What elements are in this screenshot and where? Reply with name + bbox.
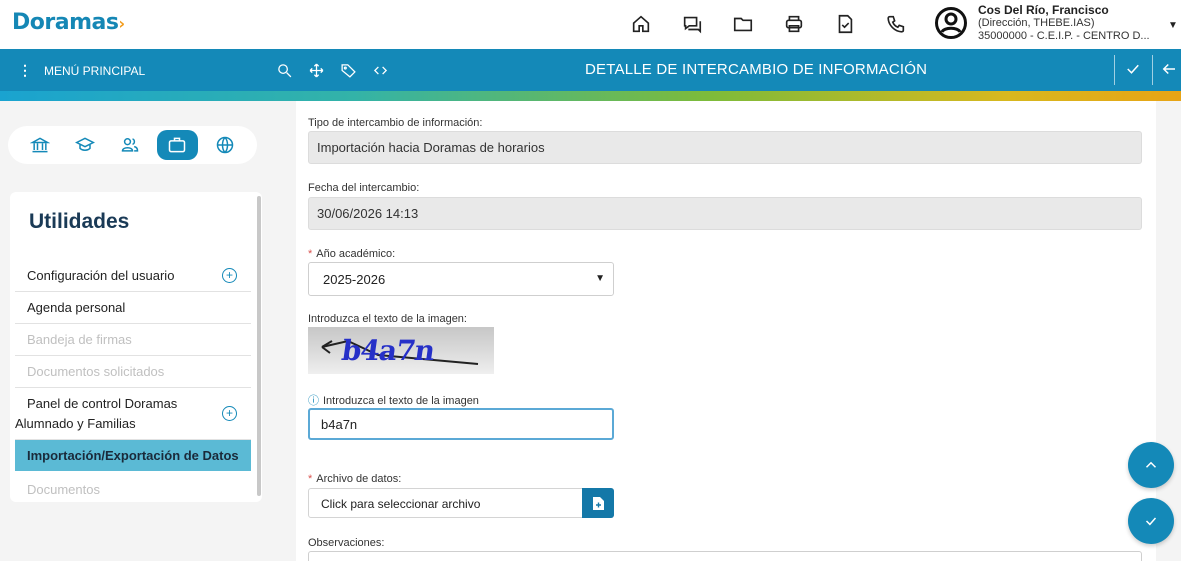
institution-icon[interactable] [18,130,63,160]
globe-icon[interactable] [202,130,247,160]
folder-icon[interactable] [731,12,755,36]
document-check-icon[interactable] [833,12,857,36]
required-mark: * [308,248,313,260]
anio-label: * Año académico: [308,248,395,260]
archivo-label: * Archivo de datos: [308,473,401,485]
utilities-menu: Utilidades Configuración del usuario + A… [10,192,262,502]
chat-icon[interactable] [680,12,704,36]
menu-item-label: Documentos [27,481,100,497]
module-tabs [8,126,257,164]
anio-select[interactable]: 2025-2026 ▼ [308,262,614,296]
user-circle-icon[interactable] [934,6,968,40]
expand-plus-icon[interactable]: + [222,268,237,283]
menu-item-documentos-solicitados: Documentos solicitados [15,356,251,388]
menu-heading: Utilidades [29,210,130,233]
archivo-label-text: Archivo de datos: [316,473,402,485]
tipo-field: Importación hacia Doramas de horarios [308,131,1142,164]
chevron-up-icon [1145,461,1157,468]
menu-item-bandeja-firmas: Bandeja de firmas [15,324,251,356]
fecha-field: 30/06/2026 14:13 [308,197,1142,230]
captcha-input[interactable]: b4a7n [308,408,614,440]
observaciones-field[interactable] [308,551,1142,561]
doramas-logo[interactable]: Doramas› [12,10,125,35]
menu-item-panel-control[interactable]: Panel de control Doramas Alumnado y Fami… [15,388,251,440]
captcha-image: b4a7n [308,327,494,374]
scroll-up-button[interactable] [1128,442,1174,488]
file-icon [593,496,604,510]
menu-item-documentos: Documentos [15,473,251,502]
save-fab-button[interactable] [1128,498,1174,544]
user-name[interactable]: Cos Del Río, Francisco [978,3,1109,17]
menu-scrollbar[interactable] [257,196,261,496]
required-mark: * [308,473,313,485]
users-icon[interactable] [108,130,153,160]
user-menu-caret-icon[interactable]: ▼ [1168,20,1178,31]
fecha-label: Fecha del intercambio: [308,182,420,194]
captcha-label: Introduzca el texto de la imagen: [308,313,467,325]
move-icon[interactable] [307,61,325,79]
briefcase-icon[interactable] [156,130,199,160]
print-icon[interactable] [782,12,806,36]
chevron-down-icon: ▼ [595,273,605,284]
check-icon [1145,517,1157,526]
kebab-menu-icon: ⋮ [18,62,32,78]
file-select-button[interactable] [582,488,614,518]
menu-item-importacion-exportacion[interactable]: Importación/Exportación de Datos [15,440,251,471]
main-navbar: ⋮ MENÚ PRINCIPAL DETALLE DE INTERCAMBIO … [0,49,1181,91]
graduation-cap-icon[interactable] [63,130,108,160]
phone-icon[interactable] [884,12,908,36]
menu-item-label: Agenda personal [27,300,126,315]
expand-plus-icon[interactable]: + [222,406,237,421]
page-title: DETALLE DE INTERCAMBIO DE INFORMACIÓN [585,61,928,78]
captcha-input-label-text: Introduzca el texto de la imagen [323,395,479,407]
search-icon[interactable] [275,61,293,79]
nav-tools [275,61,389,79]
home-icon[interactable] [629,12,653,36]
menu-item-label: Configuración del usuario [27,268,175,283]
menu-item-label-line2: Alumnado y Familias [15,415,136,431]
nav-divider [1114,55,1115,85]
anio-label-text: Año académico: [316,248,396,260]
user-center: 35000000 - C.E.I.P. - CENTRO D... [978,30,1150,42]
menu-item-label: Panel de control Doramas [27,395,178,411]
menu-item-label: Bandeja de firmas [27,332,132,347]
menu-item-agenda-personal[interactable]: Agenda personal [15,292,251,324]
back-arrow-icon[interactable] [1160,60,1180,80]
logo-text: Doramas [12,10,119,35]
menu-item-configuracion-usuario[interactable]: Configuración del usuario + [15,260,251,292]
user-role: (Dirección, THEBE.IAS) [978,17,1095,29]
anio-select-value: 2025-2026 [323,272,386,287]
tag-icon[interactable] [339,61,357,79]
logo-arrow: › [118,14,125,33]
captcha-input-label: ⓘ Introduzca el texto de la imagen [308,392,479,408]
tipo-label: Tipo de intercambio de información: [308,117,483,129]
main-menu-button[interactable]: ⋮ MENÚ PRINCIPAL [18,62,145,79]
confirm-check-icon[interactable] [1124,60,1144,80]
file-input[interactable]: Click para seleccionar archivo [308,488,614,518]
main-menu-label: MENÚ PRINCIPAL [44,63,146,78]
top-header: Doramas› Cos Del Río, Francisco (Direcci… [0,0,1181,49]
nav-divider [1152,55,1153,85]
menu-item-label: Documentos solicitados [27,364,165,379]
code-icon[interactable] [371,61,389,79]
color-gradient-strip [0,91,1181,101]
observaciones-label: Observaciones: [308,537,385,549]
menu-item-label: Importación/Exportación de Datos [27,448,239,463]
info-icon: ⓘ [308,395,319,407]
captcha-text: b4a7n [339,334,437,367]
